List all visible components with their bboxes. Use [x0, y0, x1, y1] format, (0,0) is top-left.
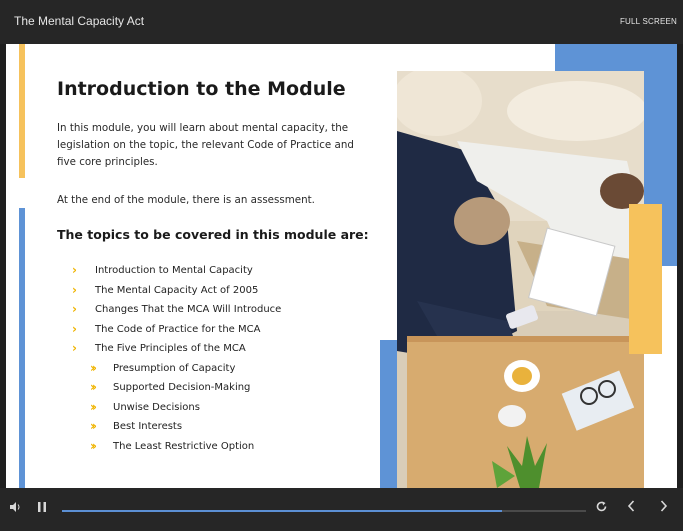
pause-icon[interactable] — [37, 501, 47, 516]
slide: Introduction to the Module In this modul… — [6, 44, 677, 488]
topic-item: › The Five Principles of the MCA — [72, 341, 281, 361]
chevron-right-icon: › — [72, 263, 77, 277]
topics-list: › Introduction to Mental Capacity › The Men… — [72, 263, 281, 458]
topic-label: The Code of Practice for the MCA — [95, 323, 261, 335]
topic-item: › The Mental Capacity Act of 2005 — [72, 283, 281, 303]
double-chevron-right-icon: ›› — [90, 360, 97, 375]
topic-label: Changes That the MCA Will Introduce — [95, 304, 282, 315]
topic-item: ›› Supported Decision-Making — [72, 380, 281, 400]
topic-item: ›› Unwise Decisions — [72, 400, 281, 420]
progress-track[interactable] — [62, 510, 586, 512]
topic-item: › Introduction to Mental Capacity — [72, 263, 281, 283]
double-chevron-right-icon: ›› — [90, 419, 97, 433]
progress-fill — [62, 510, 503, 512]
fullscreen-button[interactable]: FULL SCREEN — [620, 17, 677, 26]
topic-item: › Changes That the MCA Will Introduce — [72, 302, 281, 322]
office-meeting-photo — [397, 71, 644, 488]
topic-item: › The Code of Practice for the MCA — [72, 322, 281, 342]
topic-item: ›› Presumption of Capacity — [72, 361, 281, 381]
slide-heading: Introduction to the Module — [57, 78, 346, 100]
decor-bar-yellow — [19, 44, 25, 178]
double-chevron-right-icon: ›› — [90, 438, 97, 453]
topic-label: Best Interests — [113, 421, 183, 432]
topic-item: ›› The Least Restrictive Option — [72, 439, 281, 459]
chevron-right-icon: › — [72, 282, 77, 297]
topic-label: The Least Restrictive Option — [113, 440, 255, 452]
topics-subheading: The topics to be covered in this module … — [57, 227, 369, 242]
top-bar: The Mental Capacity Act FULL SCREEN — [0, 0, 683, 44]
topic-label: Presumption of Capacity — [113, 362, 236, 374]
chevron-right-icon: › — [72, 321, 77, 336]
photo-illustration — [397, 71, 644, 488]
assessment-paragraph: At the end of the module, there is an as… — [57, 194, 315, 206]
double-chevron-right-icon: ›› — [90, 380, 97, 394]
player-controls — [0, 488, 683, 531]
intro-paragraph: In this module, you will learn about men… — [57, 122, 354, 168]
topic-label: The Mental Capacity Act of 2005 — [95, 284, 259, 296]
chevron-right-icon: › — [72, 341, 77, 355]
chevron-right-icon[interactable] — [659, 499, 669, 517]
topic-label: The Five Principles of the MCA — [95, 343, 246, 354]
topic-label: Supported Decision-Making — [113, 382, 251, 393]
topic-label: Unwise Decisions — [113, 401, 200, 413]
replay-icon[interactable] — [595, 500, 608, 517]
decor-block-yellow-right — [629, 204, 662, 354]
topic-item: ›› Best Interests — [72, 419, 281, 439]
decor-bar-blue — [19, 208, 25, 488]
chevron-left-icon[interactable] — [626, 499, 636, 517]
volume-icon[interactable] — [9, 501, 21, 516]
double-chevron-right-icon: ›› — [90, 399, 97, 414]
topic-label: Introduction to Mental Capacity — [95, 265, 253, 276]
app-title: The Mental Capacity Act — [14, 14, 145, 28]
chevron-right-icon: › — [72, 302, 77, 316]
